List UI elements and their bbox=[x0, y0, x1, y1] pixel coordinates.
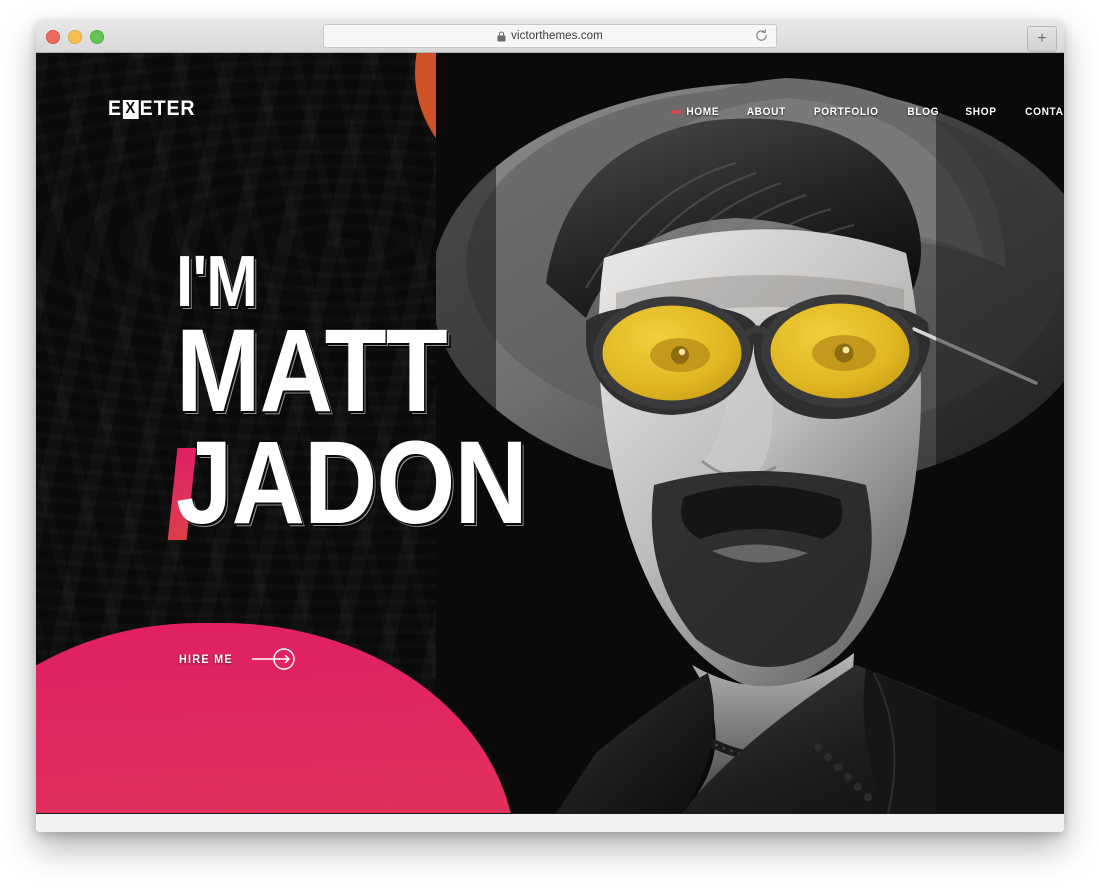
nav-menu: HOME ABOUT PORTFOLIO BLOG SHOP CONTACT U… bbox=[670, 99, 1064, 125]
page-viewport: E X ETER HOME ABOUT PORTFOLIO BLOG SHOP … bbox=[36, 53, 1064, 832]
browser-toolbar: victorthemes.com + bbox=[36, 20, 1064, 53]
hire-me-button[interactable]: HIRE ME bbox=[176, 647, 298, 671]
logo-text-part-1: E bbox=[108, 97, 122, 120]
site-logo[interactable]: E X ETER bbox=[108, 97, 195, 121]
window-controls bbox=[46, 30, 104, 44]
nav-item-portfolio[interactable]: PORTFOLIO bbox=[803, 100, 890, 124]
new-tab-label: + bbox=[1037, 30, 1047, 47]
url-text: victorthemes.com bbox=[511, 30, 603, 42]
nav-item-shop[interactable]: SHOP bbox=[955, 100, 1008, 124]
logo-text-part-2: ETER bbox=[139, 97, 196, 120]
next-section-placeholder bbox=[36, 813, 1064, 832]
hero-headline: I'M MATT JADON bbox=[167, 246, 584, 542]
hero-section: E X ETER HOME ABOUT PORTFOLIO BLOG SHOP … bbox=[36, 53, 1064, 813]
nav-item-home[interactable]: HOME bbox=[673, 100, 731, 124]
minimize-window-button[interactable] bbox=[68, 30, 82, 44]
hero-line-2: MATT bbox=[176, 305, 448, 438]
close-window-button[interactable] bbox=[46, 30, 60, 44]
maximize-window-button[interactable] bbox=[90, 30, 104, 44]
nav-item-contact-us[interactable]: CONTACT US bbox=[1015, 100, 1064, 124]
arrow-right-circle-icon bbox=[250, 647, 298, 671]
hero-line-3-wrapper: JADON bbox=[167, 424, 528, 542]
hero-line-3: JADON bbox=[176, 417, 528, 550]
reload-icon[interactable] bbox=[755, 29, 768, 42]
browser-window: victorthemes.com + E X ETER HOME ABOUT P… bbox=[36, 20, 1064, 832]
address-bar[interactable]: victorthemes.com bbox=[323, 24, 777, 48]
nav-item-blog[interactable]: BLOG bbox=[896, 100, 950, 124]
nav-item-about[interactable]: ABOUT bbox=[735, 100, 796, 124]
lock-icon bbox=[497, 30, 506, 42]
logo-x-mark: X bbox=[122, 99, 139, 119]
site-navigation: E X ETER HOME ABOUT PORTFOLIO BLOG SHOP … bbox=[36, 53, 1064, 121]
new-tab-button[interactable]: + bbox=[1027, 26, 1057, 52]
hire-me-label: HIRE ME bbox=[178, 652, 233, 666]
